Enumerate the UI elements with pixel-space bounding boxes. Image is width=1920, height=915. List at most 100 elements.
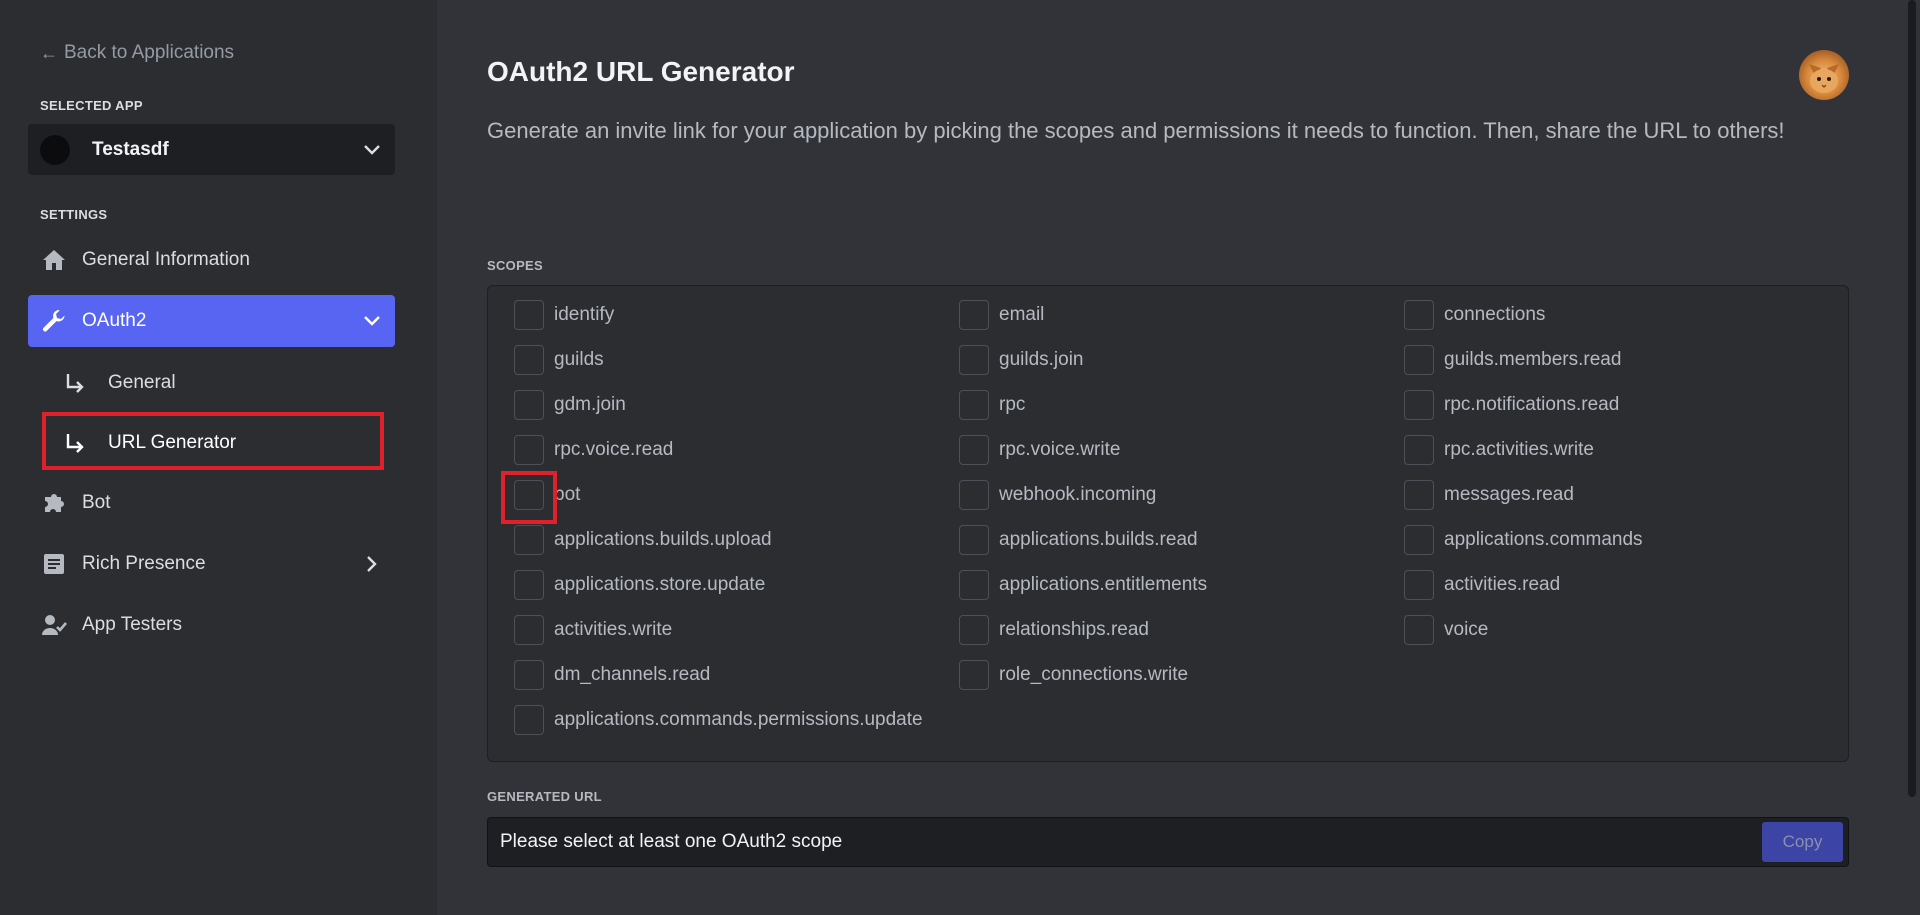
- checkbox[interactable]: [1404, 525, 1434, 555]
- scope-checkbox-identify[interactable]: identify: [514, 300, 614, 330]
- generated-url-heading: GENERATED URL: [487, 789, 602, 804]
- puzzle-icon: [40, 489, 68, 517]
- sidebar-item-label: Bot: [82, 492, 111, 513]
- scope-label: connections: [1444, 304, 1546, 325]
- checkbox[interactable]: [959, 615, 989, 645]
- checkbox[interactable]: [514, 660, 544, 690]
- annotation-highlight-box: [42, 412, 384, 470]
- sidebar-item-app-testers[interactable]: App Testers: [28, 599, 395, 651]
- scope-checkbox-applications-builds-read[interactable]: applications.builds.read: [959, 525, 1198, 555]
- scope-label: email: [999, 304, 1045, 325]
- chevron-right-icon: [361, 553, 383, 575]
- checkbox[interactable]: [1404, 390, 1434, 420]
- scope-label: dm_channels.read: [554, 664, 711, 685]
- scope-label: guilds.members.read: [1444, 349, 1622, 370]
- sidebar-item-rich-presence[interactable]: Rich Presence: [28, 538, 395, 590]
- sidebar-subitem-general[interactable]: General: [64, 361, 176, 405]
- checkbox[interactable]: [514, 525, 544, 555]
- scope-label: applications.commands: [1444, 529, 1643, 550]
- checkbox[interactable]: [1404, 435, 1434, 465]
- scope-checkbox-guilds-members-read[interactable]: guilds.members.read: [1404, 345, 1621, 375]
- user-avatar[interactable]: [1799, 50, 1849, 100]
- scope-checkbox-email[interactable]: email: [959, 300, 1044, 330]
- scope-label: applications.builds.upload: [554, 529, 772, 550]
- scope-checkbox-messages-read[interactable]: messages.read: [1404, 480, 1574, 510]
- scope-checkbox-rpc-voice-read[interactable]: rpc.voice.read: [514, 435, 673, 465]
- arrow-left-icon: ←: [40, 42, 58, 63]
- checkbox[interactable]: [514, 570, 544, 600]
- arrow-turn-down-right-icon: [64, 372, 90, 394]
- checkbox[interactable]: [514, 345, 544, 375]
- checkbox[interactable]: [959, 390, 989, 420]
- scope-checkbox-dm-channels-read[interactable]: dm_channels.read: [514, 660, 710, 690]
- sidebar-item-label: Rich Presence: [82, 553, 206, 574]
- checkbox[interactable]: [514, 615, 544, 645]
- scope-checkbox-rpc-activities-write[interactable]: rpc.activities.write: [1404, 435, 1594, 465]
- scope-label: voice: [1444, 619, 1489, 640]
- back-to-applications-link[interactable]: ← Back to Applications: [40, 42, 234, 64]
- scope-checkbox-activities-write[interactable]: activities.write: [514, 615, 672, 645]
- scope-checkbox-applications-commands[interactable]: applications.commands: [1404, 525, 1643, 555]
- generated-url-field[interactable]: Please select at least one OAuth2 scope …: [487, 817, 1849, 867]
- checkbox[interactable]: [959, 300, 989, 330]
- scope-label: applications.entitlements: [999, 574, 1208, 595]
- scope-checkbox-activities-read[interactable]: activities.read: [1404, 570, 1560, 600]
- scope-label: role_connections.write: [999, 664, 1189, 685]
- checkbox[interactable]: [514, 705, 544, 735]
- scopes-checkbox-grid: identify guilds gdm.join rpc.voice.read …: [487, 285, 1849, 762]
- scope-label: webhook.incoming: [999, 484, 1157, 505]
- scope-checkbox-connections[interactable]: connections: [1404, 300, 1545, 330]
- scope-checkbox-guilds[interactable]: guilds: [514, 345, 604, 375]
- checkbox[interactable]: [959, 660, 989, 690]
- checkbox[interactable]: [514, 390, 544, 420]
- selected-app-heading: SELECTED APP: [40, 98, 143, 113]
- scrollbar[interactable]: [1908, 0, 1916, 797]
- scope-label: relationships.read: [999, 619, 1149, 640]
- checkbox[interactable]: [959, 345, 989, 375]
- sidebar-item-label: App Testers: [82, 614, 182, 635]
- chevron-down-icon: [361, 310, 383, 332]
- scope-checkbox-voice[interactable]: voice: [1404, 615, 1488, 645]
- scope-label: gdm.join: [554, 394, 626, 415]
- sidebar-subitem-label: General: [108, 372, 176, 393]
- checkbox[interactable]: [959, 525, 989, 555]
- back-link-label: Back to Applications: [64, 42, 235, 63]
- scope-checkbox-guilds-join[interactable]: guilds.join: [959, 345, 1084, 375]
- home-icon: [40, 246, 68, 274]
- scope-label: activities.write: [554, 619, 673, 640]
- scope-checkbox-gdm-join[interactable]: gdm.join: [514, 390, 626, 420]
- scope-checkbox-rpc[interactable]: rpc: [959, 390, 1025, 420]
- scope-checkbox-rpc-notifications-read[interactable]: rpc.notifications.read: [1404, 390, 1619, 420]
- copy-button[interactable]: Copy: [1762, 822, 1843, 862]
- scope-label: rpc.voice.read: [554, 439, 674, 460]
- checkbox[interactable]: [1404, 345, 1434, 375]
- checkbox[interactable]: [1404, 480, 1434, 510]
- sidebar-item-label: General Information: [82, 249, 250, 270]
- scope-checkbox-applications-builds-upload[interactable]: applications.builds.upload: [514, 525, 772, 555]
- checkbox[interactable]: [959, 435, 989, 465]
- checkbox[interactable]: [1404, 300, 1434, 330]
- scope-checkbox-webhook-incoming[interactable]: webhook.incoming: [959, 480, 1156, 510]
- checkbox[interactable]: [1404, 615, 1434, 645]
- sidebar-item-general-information[interactable]: General Information: [28, 234, 395, 286]
- wrench-icon: [40, 307, 68, 335]
- scope-checkbox-applications-commands-permissions-update[interactable]: applications.commands.permissions.update: [514, 705, 923, 735]
- scope-checkbox-relationships-read[interactable]: relationships.read: [959, 615, 1149, 645]
- scope-label: bot: [554, 484, 581, 505]
- scope-checkbox-rpc-voice-write[interactable]: rpc.voice.write: [959, 435, 1120, 465]
- scope-checkbox-role-connections-write[interactable]: role_connections.write: [959, 660, 1188, 690]
- checkbox[interactable]: [959, 480, 989, 510]
- sidebar-item-bot[interactable]: Bot: [28, 477, 395, 529]
- app-selector-dropdown[interactable]: Testasdf: [28, 124, 395, 175]
- scope-checkbox-applications-store-update[interactable]: applications.store.update: [514, 570, 765, 600]
- scope-checkbox-applications-entitlements[interactable]: applications.entitlements: [959, 570, 1207, 600]
- scope-label: activities.read: [1444, 574, 1561, 595]
- checkbox[interactable]: [959, 570, 989, 600]
- scope-label: applications.store.update: [554, 574, 766, 595]
- checkbox[interactable]: [514, 435, 544, 465]
- sidebar-item-oauth2[interactable]: OAuth2: [28, 295, 395, 347]
- scope-label: guilds: [554, 349, 604, 370]
- person-icon: [40, 611, 68, 639]
- checkbox[interactable]: [1404, 570, 1434, 600]
- checkbox[interactable]: [514, 300, 544, 330]
